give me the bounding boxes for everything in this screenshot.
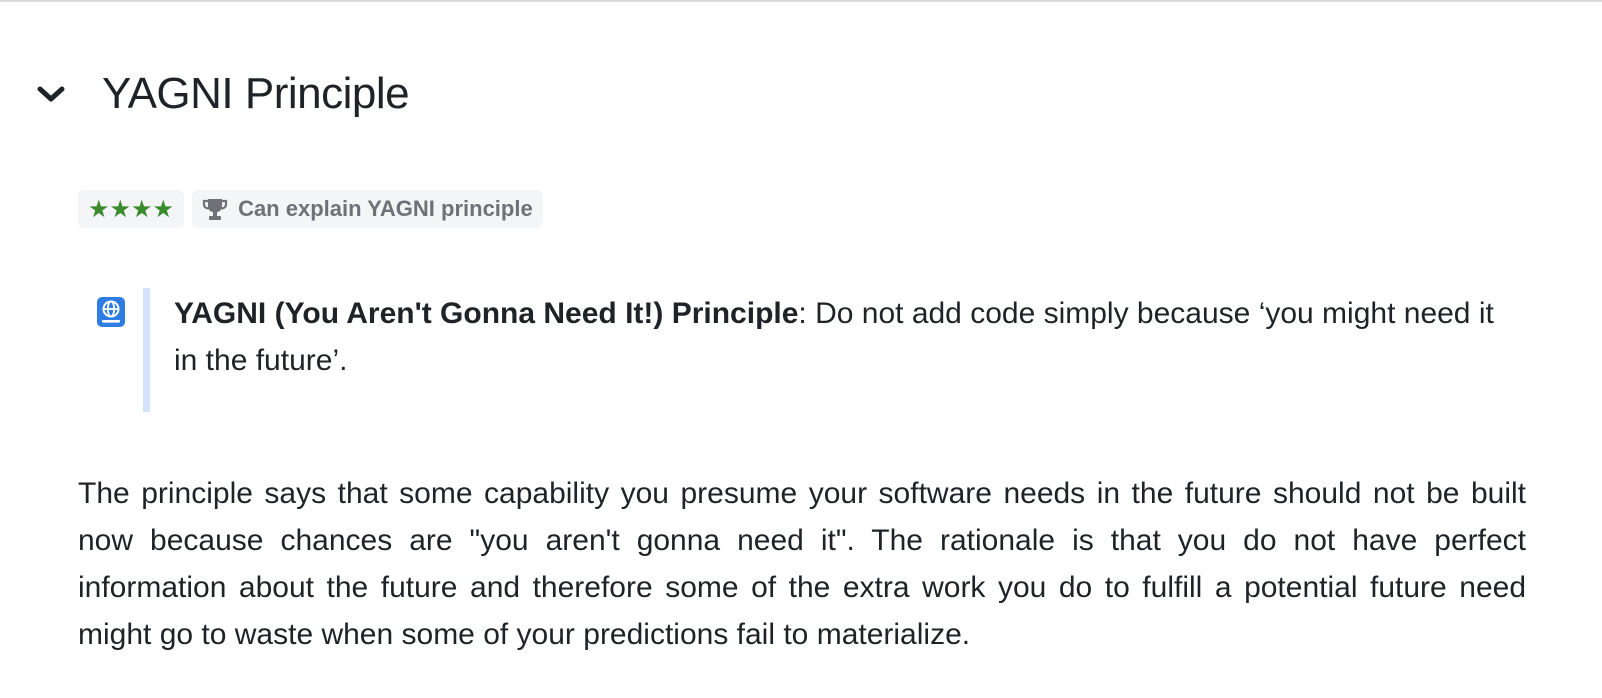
learning-outcome-badge: Can explain YAGNI principle: [192, 190, 543, 228]
globe-book-icon: [96, 296, 126, 333]
page: YAGNI Principle ★★★★ Can explain YAGNI p…: [0, 0, 1602, 698]
callout-accent-bar: [143, 288, 150, 412]
definition-term: YAGNI (You Aren't Gonna Need It!) Princi…: [174, 297, 799, 330]
top-divider: [0, 0, 1602, 2]
section-header[interactable]: YAGNI Principle: [36, 62, 410, 126]
principle-explanation: The principle says that some capability …: [78, 477, 1526, 651]
trophy-icon: [202, 197, 228, 221]
learning-outcome-label: Can explain YAGNI principle: [238, 196, 533, 221]
star-rating: ★★★★: [88, 195, 175, 223]
badge-row: ★★★★ Can explain YAGNI principle: [78, 190, 543, 228]
difficulty-badge: ★★★★: [78, 190, 185, 228]
definition-text: YAGNI (You Aren't Gonna Need It!) Princi…: [174, 290, 1514, 384]
section-title: YAGNI Principle: [102, 69, 410, 118]
chevron-down-icon[interactable]: [36, 76, 72, 112]
definition-callout: YAGNI (You Aren't Gonna Need It!) Princi…: [96, 288, 1526, 412]
